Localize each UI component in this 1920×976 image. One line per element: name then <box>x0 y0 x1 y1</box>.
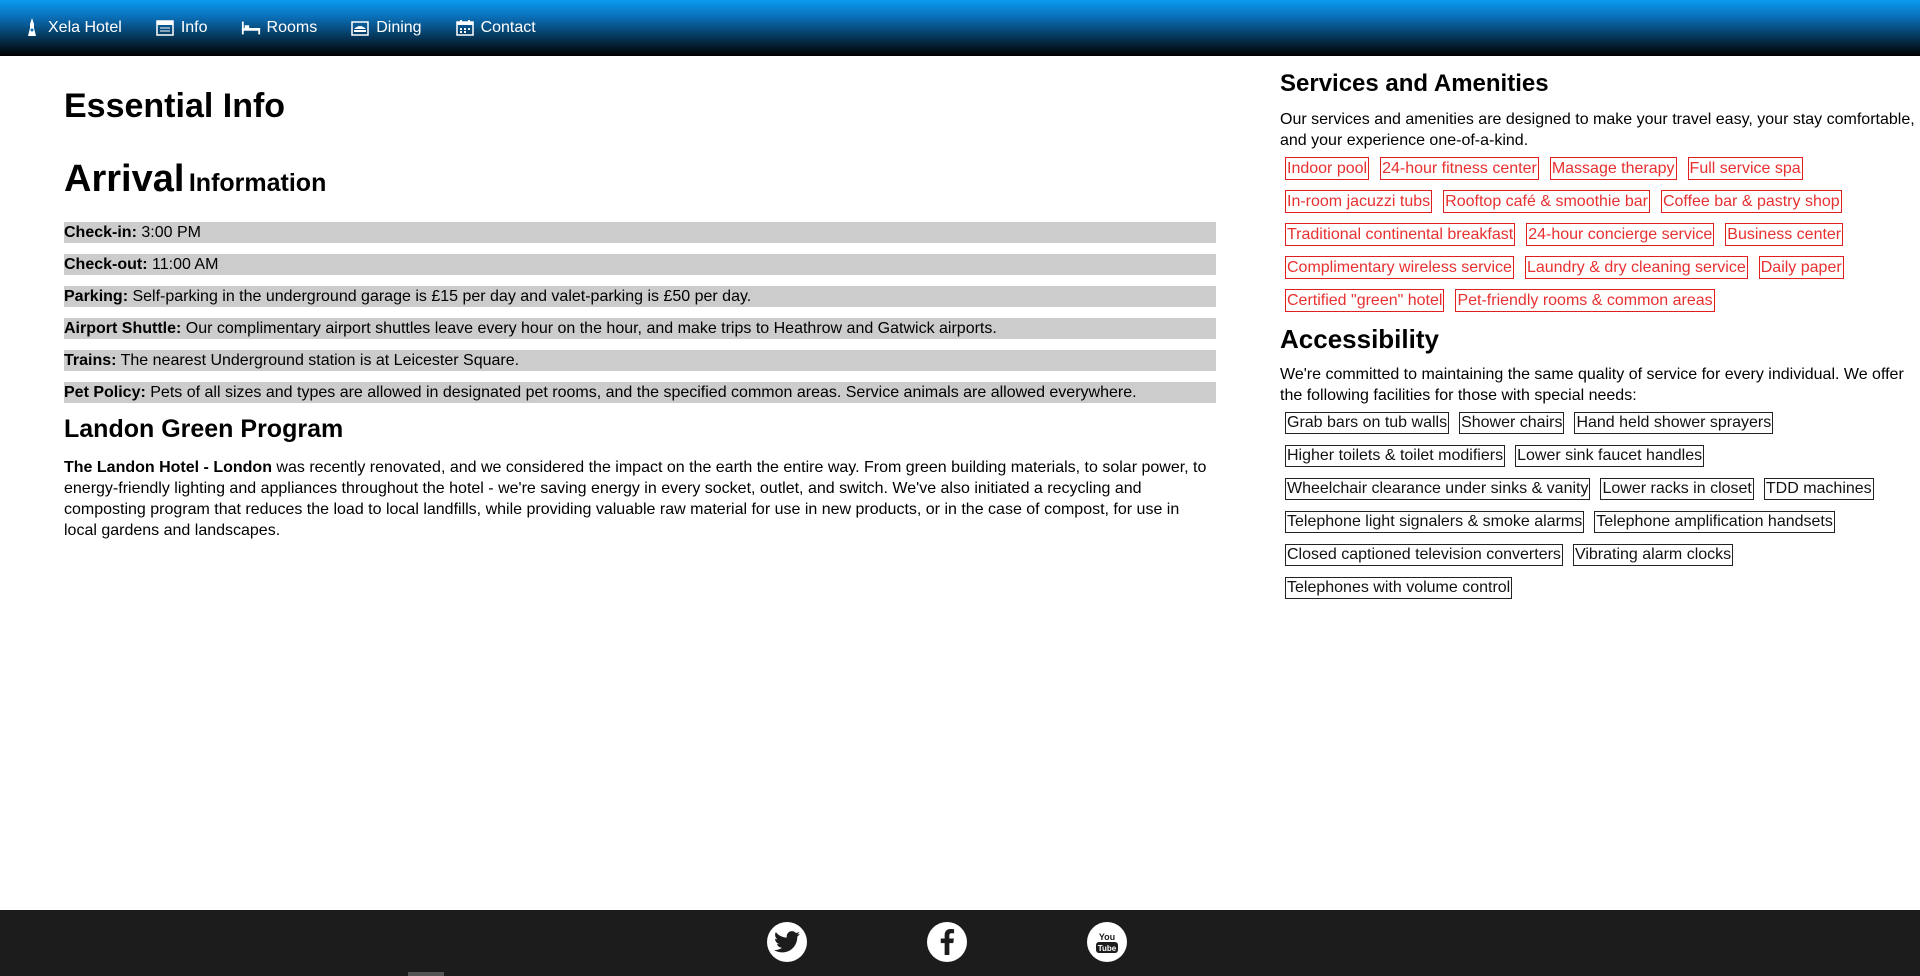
info-value: Self-parking in the underground garage i… <box>128 288 752 305</box>
tower-icon <box>22 18 42 38</box>
info-row-trains: Trains: The nearest Underground station … <box>64 350 1216 371</box>
arrival-heading: Arrival Information <box>64 156 1216 210</box>
service-tag: Complimentary wireless service <box>1285 256 1514 279</box>
green-program-text: The Landon Hotel - London was recently r… <box>64 457 1216 541</box>
service-tag-row: Traditional continental breakfast 24-hour… <box>1285 223 1920 246</box>
info-value: Pets of all sizes and types are allowed … <box>145 384 1137 401</box>
info-value: Our complimentary airport shuttles leave… <box>181 320 997 337</box>
info-icon <box>155 18 175 38</box>
accessibility-tag: Grab bars on tub walls <box>1285 412 1450 434</box>
twitter-icon[interactable] <box>767 922 807 962</box>
info-row-check-out: Check-out: 11:00 AM <box>64 254 1216 275</box>
nav-item-label: Info <box>180 19 208 36</box>
nav-item-rooms[interactable]: Rooms <box>241 18 318 38</box>
footer-scroll-indicator <box>408 972 444 976</box>
info-value: 3:00 PM <box>136 224 201 241</box>
info-label: Pet Policy: <box>64 384 146 401</box>
service-tag: In-room jacuzzi tubs <box>1285 190 1433 213</box>
service-tag: Full service spa <box>1687 157 1803 180</box>
contact-icon <box>455 18 475 38</box>
accessibility-tag: Lower racks in closet <box>1600 478 1754 500</box>
services-section: Services and Amenities Our services and … <box>1280 56 1920 610</box>
accessibility-tag: Telephone light signalers & smoke alarms <box>1285 511 1585 533</box>
nav-brand[interactable]: Xela Hotel <box>22 18 122 38</box>
service-tag: Massage therapy <box>1549 157 1677 180</box>
accessibility-tag-row: Grab bars on tub walls Shower chairs Hand … <box>1285 412 1920 434</box>
accessibility-tag: Shower chairs <box>1459 412 1565 434</box>
accessibility-tag-row: Higher toilets & toilet modifiers Lower s… <box>1285 445 1920 467</box>
accessibility-tag-row: Telephones with volume control <box>1285 577 1920 599</box>
service-tag: 24-hour concierge service <box>1526 223 1715 246</box>
youtube-icon[interactable]: You Tube <box>1087 922 1127 962</box>
accessibility-tag: Telephone amplification handsets <box>1594 511 1835 533</box>
youtube-tube-text: Tube <box>1098 944 1117 953</box>
service-tag: Rooftop café & smoothie bar <box>1443 190 1650 213</box>
facebook-icon[interactable] <box>927 922 967 962</box>
service-tag: Certified "green" hotel <box>1285 289 1445 312</box>
info-label: Trains: <box>64 352 117 369</box>
nav-item-dining[interactable]: Dining <box>350 18 422 38</box>
info-row-airport-shuttle: Airport Shuttle: Our complimentary airpo… <box>64 318 1216 339</box>
service-tag: Indoor pool <box>1285 157 1370 180</box>
service-tag: 24-hour fitness center <box>1380 157 1539 180</box>
essential-info-section: Essential Info Arrival Information Check… <box>64 56 1216 541</box>
accessibility-title: Accessibility <box>1280 324 1439 354</box>
info-label: Check-out: <box>64 256 148 273</box>
services-title: Services and Amenities <box>1280 70 1549 97</box>
info-row-check-in: Check-in: 3:00 PM <box>64 222 1216 243</box>
service-tag: Laundry & dry cleaning service <box>1524 256 1748 279</box>
info-label: Airport Shuttle: <box>64 320 182 337</box>
info-value: The nearest Underground station is at Le… <box>116 352 520 369</box>
nav-item-info[interactable]: Info <box>155 18 208 38</box>
accessibility-tag: Telephones with volume control <box>1285 577 1513 599</box>
accessibility-description: We're committed to maintaining the same … <box>1280 366 1904 404</box>
service-tag-row: In-room jacuzzi tubs Rooftop café & smoot… <box>1285 190 1920 213</box>
green-program-title: Landon Green Program <box>64 415 344 443</box>
service-tag-row: Certified "green" hotel Pet-friendly room… <box>1285 289 1920 312</box>
info-value: 11:00 AM <box>147 256 219 273</box>
arrival-heading-small: Information <box>188 169 327 197</box>
accessibility-tag: Higher toilets & toilet modifiers <box>1285 445 1506 467</box>
nav-item-label: Rooms <box>266 19 318 36</box>
nav-item-contact[interactable]: Contact <box>455 18 536 38</box>
services-description: Our services and amenities are designed … <box>1280 111 1915 149</box>
service-tag: Daily paper <box>1758 256 1844 279</box>
info-label: Parking: <box>64 288 129 305</box>
youtube-you-text: You <box>1099 932 1115 942</box>
accessibility-tag-row: Wheelchair clearance under sinks & vanit… <box>1285 478 1920 500</box>
green-program-hotel-name: The Landon Hotel - London <box>64 459 272 476</box>
service-tag-row: Complimentary wireless service Laundry & … <box>1285 256 1920 279</box>
top-navbar: Xela Hotel Info Rooms Dining Contact <box>0 0 1920 56</box>
services-tag-list: Indoor pool 24-hour fitness center Massage… <box>1285 157 1920 312</box>
accessibility-tag-list: Grab bars on tub walls Shower chairs Hand … <box>1285 412 1920 599</box>
accessibility-tag: Closed captioned television converters <box>1285 544 1563 566</box>
accessibility-tag: Wheelchair clearance under sinks & vanit… <box>1285 478 1591 500</box>
nav-brand-label: Xela Hotel <box>48 19 122 36</box>
page-title: Essential Info <box>64 87 286 125</box>
arrival-heading-big: Arrival <box>64 158 185 200</box>
info-row-parking: Parking: Self-parking in the underground… <box>64 286 1216 307</box>
arrival-info-list: Check-in: 3:00 PM Check-out: 11:00 AM Pa… <box>64 222 1216 403</box>
nav-item-label: Dining <box>376 19 422 36</box>
accessibility-tag: Hand held shower sprayers <box>1574 412 1774 434</box>
bed-icon <box>241 18 261 38</box>
service-tag: Traditional continental breakfast <box>1285 223 1516 246</box>
service-tag: Coffee bar & pastry shop <box>1660 190 1842 213</box>
info-label: Check-in: <box>64 224 137 241</box>
nav-item-label: Contact <box>480 19 536 36</box>
dining-icon <box>350 18 370 38</box>
accessibility-tag-row: Telephone light signalers & smoke alarms… <box>1285 511 1920 533</box>
service-tag-row: Indoor pool 24-hour fitness center Massage… <box>1285 157 1920 180</box>
accessibility-tag: Lower sink faucet handles <box>1515 445 1705 467</box>
info-row-pet-policy: Pet Policy: Pets of all sizes and types … <box>64 382 1216 403</box>
footer: You Tube <box>0 910 1920 976</box>
accessibility-tag: Vibrating alarm clocks <box>1572 544 1734 566</box>
service-tag: Business center <box>1725 223 1844 246</box>
accessibility-tag: TDD machines <box>1763 478 1874 500</box>
accessibility-tag-row: Closed captioned television converters Vi… <box>1285 544 1920 566</box>
service-tag: Pet-friendly rooms & common areas <box>1455 289 1715 312</box>
